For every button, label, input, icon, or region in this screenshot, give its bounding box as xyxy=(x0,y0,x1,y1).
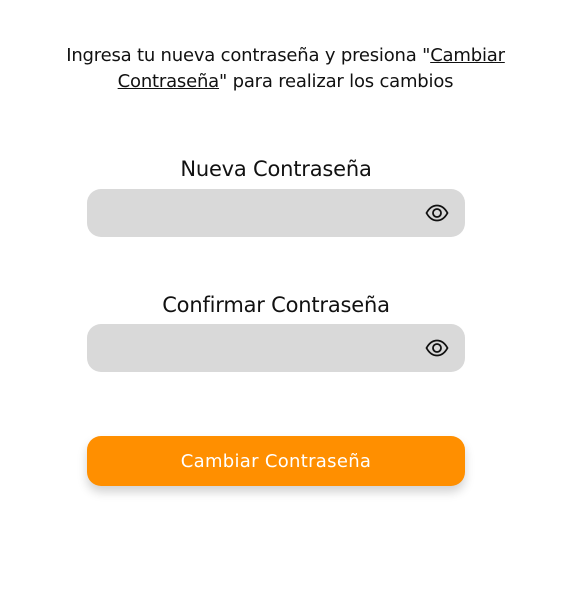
change-password-button[interactable]: Cambiar Contraseña xyxy=(87,436,465,486)
confirm-password-field-container xyxy=(87,324,465,372)
instructions-before: Ingresa tu nueva contraseña y presiona " xyxy=(66,45,431,66)
new-password-field-container xyxy=(87,189,465,237)
confirm-password-label: Confirmar Contraseña xyxy=(162,293,390,317)
eye-icon[interactable] xyxy=(425,337,449,359)
confirm-password-input[interactable] xyxy=(87,324,407,372)
eye-icon[interactable] xyxy=(425,202,449,224)
new-password-input[interactable] xyxy=(87,189,407,237)
instructions-text: Ingresa tu nueva contraseña y presiona "… xyxy=(40,43,531,95)
instructions-after: " para realizar los cambios xyxy=(219,71,454,92)
new-password-label: Nueva Contraseña xyxy=(180,157,372,181)
